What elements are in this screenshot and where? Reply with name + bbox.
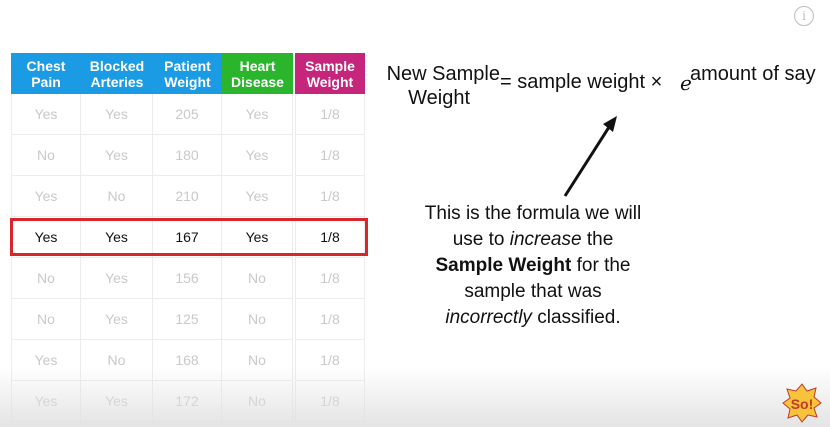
table-row: Yes Yes 205 Yes [11, 94, 293, 135]
cell-patient-weight: 156 [153, 258, 222, 299]
header-sample-weight: Sample Weight [295, 53, 365, 94]
cell-heart-disease: No [222, 381, 293, 422]
cell-blocked-arteries: No [81, 176, 153, 217]
cell-heart-disease: Yes [222, 94, 293, 135]
cell-heart-disease: Yes [222, 176, 293, 217]
logo-icon: So! [782, 383, 822, 423]
cell-patient-weight: 168 [153, 340, 222, 381]
cell-sample-weight: 1/8 [295, 381, 365, 422]
cell-chest-pain: Yes [11, 94, 81, 135]
explanation-line3: Sample Weight for the [435, 255, 631, 276]
cell-chest-pain: No [11, 135, 81, 176]
cell-blocked-arteries: No [81, 340, 153, 381]
info-icon[interactable]: i [794, 6, 814, 26]
data-table: Chest Pain Blocked Arteries Patient Weig… [11, 53, 293, 422]
svg-text:So!: So! [791, 396, 814, 412]
cell-chest-pain: No [11, 299, 81, 340]
cell-blocked-arteries: Yes [81, 299, 153, 340]
header-chest-pain: Chest Pain [11, 53, 81, 94]
explanation-line4: sample that was [464, 281, 602, 302]
cell-sample-weight: 1/8 [295, 94, 365, 135]
cell-sample-weight: 1/8 [295, 299, 365, 340]
cell-patient-weight: 125 [153, 299, 222, 340]
formula-lhs-line1: New Sample [386, 63, 500, 85]
formula-lhs: New Sample Weight [372, 62, 500, 110]
explanation-line2: use to increase the [452, 229, 614, 250]
cell-blocked-arteries: Yes [81, 217, 153, 258]
header-heart-disease: Heart Disease [222, 53, 293, 94]
formula-rhs: = sample weight × [500, 71, 663, 93]
cell-patient-weight: 167 [153, 217, 222, 258]
formula-lhs-line2: Weight [408, 87, 470, 109]
table-row: No Yes 156 No [11, 258, 293, 299]
cell-chest-pain: Yes [11, 176, 81, 217]
explanation-line1: This is the formula we will [424, 203, 642, 224]
cell-sample-weight: 1/8 [295, 176, 365, 217]
cell-chest-pain: Yes [11, 381, 81, 422]
cell-blocked-arteries: Yes [81, 258, 153, 299]
cell-sample-weight: 1/8 [295, 340, 365, 381]
cell-patient-weight: 205 [153, 94, 222, 135]
explanation-line5: incorrectly classified. [445, 307, 621, 328]
cell-heart-disease: No [222, 340, 293, 381]
cell-blocked-arteries: Yes [81, 94, 153, 135]
cell-heart-disease: Yes [222, 217, 293, 258]
cell-sample-weight: 1/8 [295, 217, 365, 258]
cell-sample-weight: 1/8 [295, 258, 365, 299]
table-row: No Yes 180 Yes [11, 135, 293, 176]
table-row: Yes No 168 No [11, 340, 293, 381]
table-row: Yes No 210 Yes [11, 176, 293, 217]
cell-sample-weight: 1/8 [295, 135, 365, 176]
cell-heart-disease: No [222, 299, 293, 340]
table-row: No Yes 125 No [11, 299, 293, 340]
table-header-row: Chest Pain Blocked Arteries Patient Weig… [11, 53, 293, 94]
cell-blocked-arteries: Yes [81, 381, 153, 422]
formula-exponent: amount of say [690, 63, 816, 85]
cell-patient-weight: 180 [153, 135, 222, 176]
header-patient-weight: Patient Weight [153, 53, 222, 94]
cell-patient-weight: 172 [153, 381, 222, 422]
cell-heart-disease: Yes [222, 135, 293, 176]
cell-heart-disease: No [222, 258, 293, 299]
cell-chest-pain: Yes [11, 340, 81, 381]
explanation-text: This is the formula we will use to incre… [398, 201, 668, 331]
cell-patient-weight: 210 [153, 176, 222, 217]
table-row: Yes Yes 172 No [11, 381, 293, 422]
arrow-icon [563, 116, 617, 197]
cell-blocked-arteries: Yes [81, 135, 153, 176]
table-row: Yes Yes 167 Yes [11, 217, 293, 258]
header-blocked-arteries: Blocked Arteries [81, 53, 153, 94]
cell-chest-pain: Yes [11, 217, 81, 258]
sample-weight-column: Sample Weight 1/8 1/8 1/8 1/8 1/8 1/8 1/8 1/8 [295, 53, 365, 422]
cell-chest-pain: No [11, 258, 81, 299]
